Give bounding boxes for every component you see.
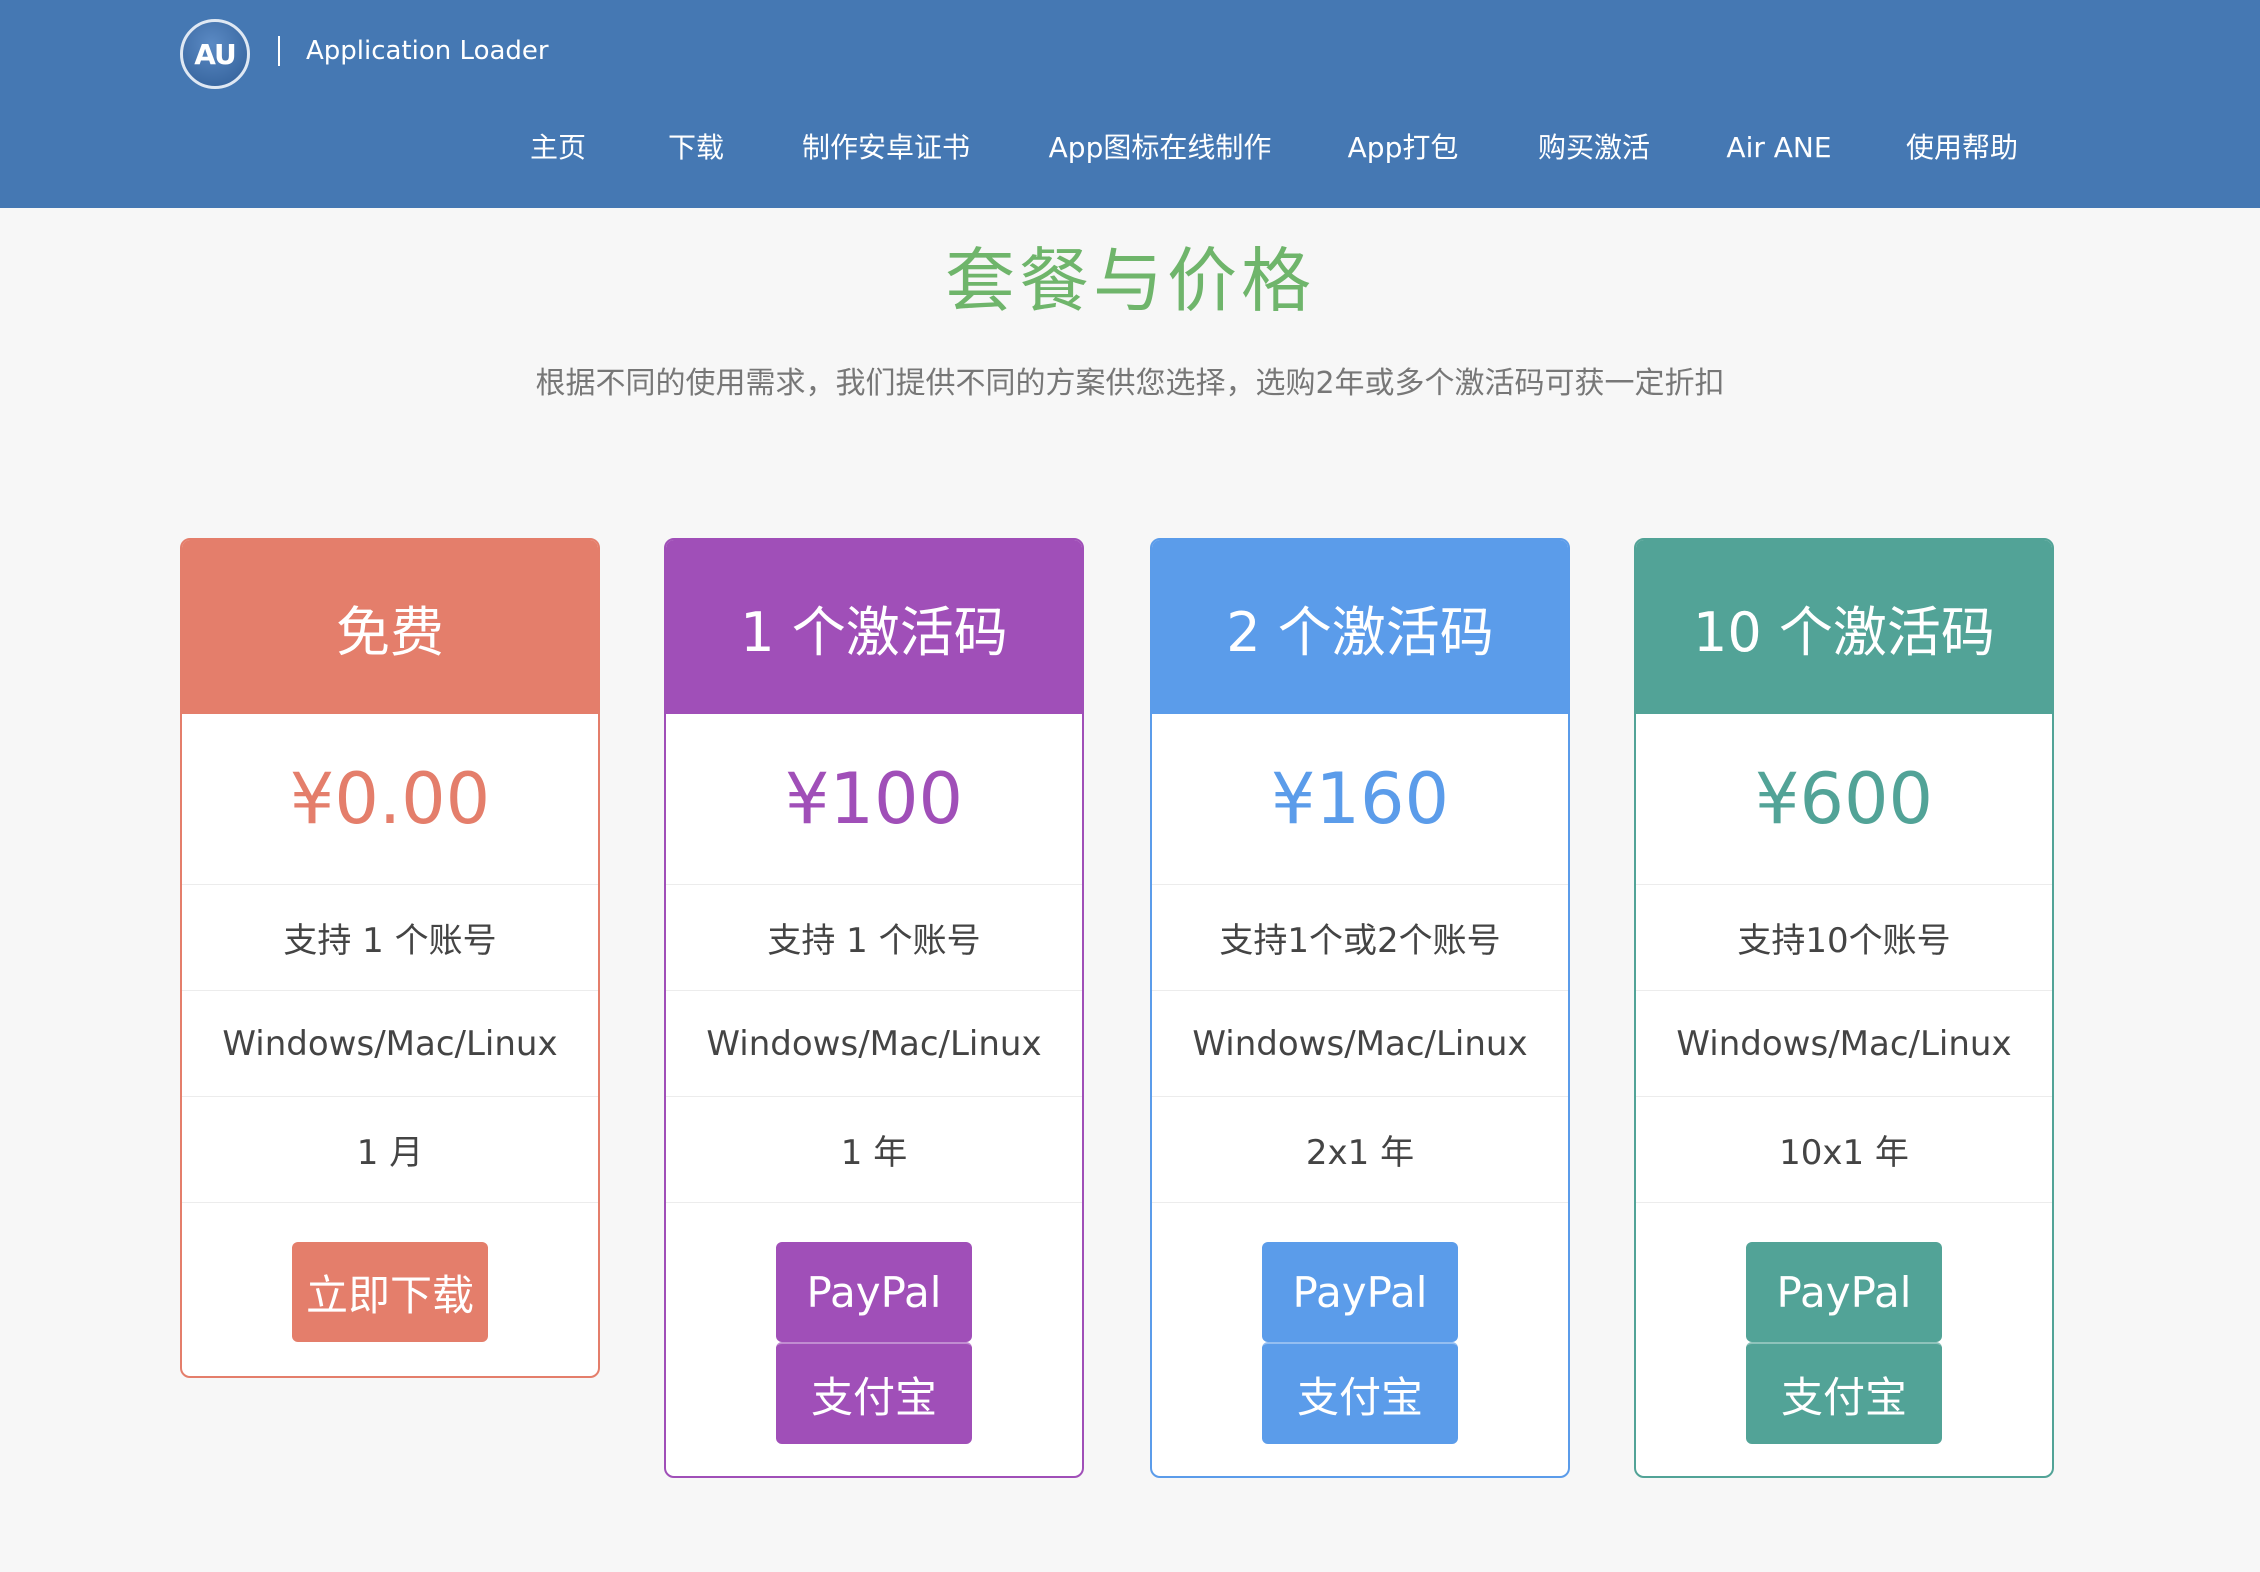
app-name[interactable]: Application Loader (306, 33, 549, 69)
plan-duration: 1 月 (182, 1097, 598, 1203)
plan-card-1-code: 1 个激活码 ¥100 支持 1 个账号 Windows/Mac/Linux 1… (664, 538, 1084, 1478)
plan-platforms: Windows/Mac/Linux (1152, 991, 1568, 1097)
plan-actions: 立即下载 (182, 1203, 598, 1376)
plan-accounts: 支持10个账号 (1636, 885, 2052, 991)
site-header: AU Application Loader 主页 下载 制作安卓证书 App图标… (0, 0, 2260, 208)
alipay-button[interactable]: 支付宝 (776, 1342, 972, 1444)
plan-card-2-codes: 2 个激活码 ¥160 支持1个或2个账号 Windows/Mac/Linux … (1150, 538, 1570, 1478)
plan-card-free: 免费 ¥0.00 支持 1 个账号 Windows/Mac/Linux 1 月 … (180, 538, 600, 1378)
plan-card-10-codes: 10 个激活码 ¥600 支持10个账号 Windows/Mac/Linux 1… (1634, 538, 2054, 1478)
plan-price: ¥100 (666, 714, 1082, 885)
plan-actions: PayPal 支付宝 (666, 1203, 1082, 1476)
paypal-button[interactable]: PayPal (776, 1242, 972, 1342)
alipay-button[interactable]: 支付宝 (1746, 1342, 1942, 1444)
paypal-button[interactable]: PayPal (1746, 1242, 1942, 1342)
nav-download[interactable]: 下载 (668, 128, 724, 168)
plan-name: 1 个激活码 (666, 540, 1082, 714)
plan-price: ¥0.00 (182, 714, 598, 885)
au-logo[interactable]: AU (180, 19, 250, 89)
plan-name: 10 个激活码 (1636, 540, 2052, 714)
plan-name: 免费 (182, 540, 598, 714)
plan-accounts: 支持 1 个账号 (666, 885, 1082, 991)
plan-duration: 2x1 年 (1152, 1097, 1568, 1203)
alipay-button[interactable]: 支付宝 (1262, 1342, 1458, 1444)
page-subtitle: 根据不同的使用需求，我们提供不同的方案供您选择，选购2年或多个激活码可获一定折扣 (535, 366, 1725, 401)
logo-separator (278, 36, 280, 66)
nav-home[interactable]: 主页 (530, 128, 586, 168)
plan-price: ¥160 (1152, 714, 1568, 885)
plan-actions: PayPal 支付宝 (1636, 1203, 2052, 1476)
plan-price: ¥600 (1636, 714, 2052, 885)
nav-android-cert[interactable]: 制作安卓证书 (802, 128, 970, 168)
plan-duration: 10x1 年 (1636, 1097, 2052, 1203)
paypal-button[interactable]: PayPal (1262, 1242, 1458, 1342)
nav-air-ane[interactable]: Air ANE (1726, 128, 1831, 168)
plan-accounts: 支持 1 个账号 (182, 885, 598, 991)
nav-app-icon[interactable]: App图标在线制作 (1049, 128, 1272, 168)
plan-duration: 1 年 (666, 1097, 1082, 1203)
plan-actions: PayPal 支付宝 (1152, 1203, 1568, 1476)
download-now-button[interactable]: 立即下载 (292, 1242, 488, 1342)
plan-accounts: 支持1个或2个账号 (1152, 885, 1568, 991)
nav-buy-activation[interactable]: 购买激活 (1538, 128, 1650, 168)
plan-platforms: Windows/Mac/Linux (1636, 991, 2052, 1097)
nav-app-pack[interactable]: App打包 (1348, 128, 1459, 168)
plan-platforms: Windows/Mac/Linux (182, 991, 598, 1097)
plan-platforms: Windows/Mac/Linux (666, 991, 1082, 1097)
page-title: 套餐与价格 (945, 240, 1315, 322)
nav-help[interactable]: 使用帮助 (1906, 128, 2018, 168)
main-nav: 主页 下载 制作安卓证书 App图标在线制作 App打包 购买激活 Air AN… (0, 128, 2260, 168)
plan-name: 2 个激活码 (1152, 540, 1568, 714)
